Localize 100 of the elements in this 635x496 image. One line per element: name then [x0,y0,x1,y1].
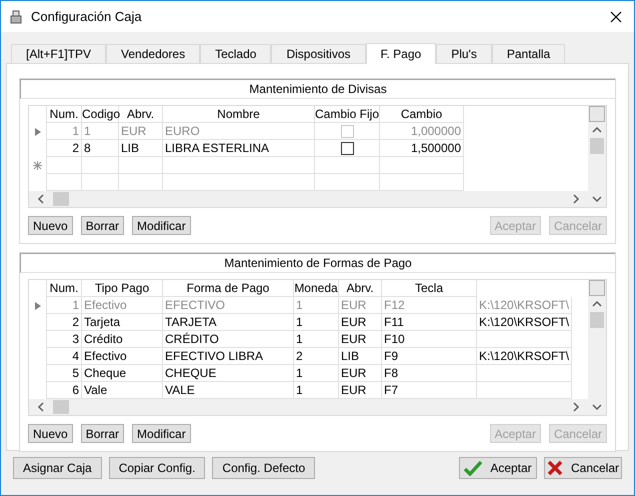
scroll-thumb[interactable] [590,312,604,328]
scroll-thumb[interactable] [53,400,69,414]
table-cell: 4 [47,348,82,365]
table-cell: F12 [382,297,477,314]
table-cell: Tarjeta [82,314,163,331]
tab[interactable]: Pantalla [492,44,566,63]
column-header[interactable]: Num. [47,280,82,297]
scroll-down-icon[interactable] [592,195,602,203]
table-cell: K:\120\KRSOFT\ [477,297,572,314]
column-header[interactable]: Codigo [82,106,119,123]
table-cell: 2 [47,314,82,331]
dialog-button[interactable]: Copiar Config. [108,457,206,479]
cross-icon [546,460,563,476]
vertical-scrollbar[interactable] [588,280,606,415]
vertical-scrollbar[interactable] [588,106,606,207]
table-cell: TARJETA [163,314,294,331]
empty-table-cell [82,157,119,174]
column-header[interactable]: Cambio Fijo [315,106,380,123]
table-cell: 1 [294,331,339,348]
new-row-icon [33,161,42,170]
column-header[interactable]: Nombre [163,106,315,123]
row-pointer-icon [34,128,40,136]
section-header: Mantenimiento de Divisas [20,79,615,99]
dialog-button[interactable]: Cancelar [544,457,622,479]
table-cell: 1 [47,297,82,314]
grid-button[interactable]: Borrar [80,216,124,235]
table-cell: 8 [82,140,119,157]
table-cell: EUR [119,123,163,140]
grid-button[interactable]: Borrar [80,424,124,443]
column-header[interactable]: Abrv. [119,106,163,123]
table-cell: 1,500000 [380,140,464,157]
scroll-thumb[interactable] [590,138,604,154]
grid-button[interactable]: Nuevo [28,424,73,443]
scroll-down-icon[interactable] [592,403,602,411]
dialog-button[interactable]: Aceptar [459,457,537,479]
grid-button[interactable]: Nuevo [28,216,73,235]
scroll-up-icon[interactable] [592,126,602,134]
scroll-left-icon[interactable] [37,402,45,412]
column-header[interactable]: Cambio [380,106,464,123]
table-cell: LIBRA ESTERLINA [163,140,315,157]
table-cell: Cheque [82,365,163,382]
tab[interactable]: Vendedores [106,44,200,63]
table-cell: K:\120\KRSOFT\ [477,348,572,365]
table-cell: F10 [382,331,477,348]
tab[interactable]: [Alt+F1]TPV [11,44,106,63]
window-title: Configuración Caja [31,8,143,26]
table-cell: F11 [382,314,477,331]
empty-table-cell [47,157,82,174]
table-cell: 1 [294,365,339,382]
table-cell: 5 [47,365,82,382]
table-cell: EFECTIVO [163,297,294,314]
table-cell: EUR [339,314,382,331]
column-header[interactable]: Tecla [382,280,477,297]
table-cell: 2 [294,348,339,365]
table-cell: Crédito [82,331,163,348]
tab[interactable]: Plu's [436,44,492,63]
dialog-button[interactable]: Asignar Caja [13,457,102,479]
scroll-thumb[interactable] [53,192,69,206]
tab[interactable]: Dispositivos [271,44,366,63]
table-cell: 1 [294,297,339,314]
table-cell: EUR [339,365,382,382]
table-cell: EUR [339,331,382,348]
table-cell: EUR [339,297,382,314]
table-cell: 1 [294,314,339,331]
table-cell: EFECTIVO LIBRA [163,348,294,365]
tab[interactable]: Teclado [200,44,272,63]
table-cell: F8 [382,365,477,382]
column-header[interactable]: Forma de Pago [163,280,294,297]
empty-table-cell [119,157,163,174]
table-cell: CRÉDITO [163,331,294,348]
column-header[interactable]: Moneda [294,280,339,297]
table-cell: 1 [47,123,82,140]
close-icon[interactable] [610,10,622,22]
column-header[interactable]: Abrv. [339,280,382,297]
dialog-button[interactable]: Config. Defecto [212,457,316,479]
table-cell: EURO [163,123,315,140]
horizontal-scrollbar[interactable] [29,191,588,207]
checkbox[interactable] [340,142,354,154]
scroll-left-icon[interactable] [37,194,45,204]
horizontal-scrollbar[interactable] [29,399,588,415]
checkmark-icon [464,460,482,476]
row-pointer-icon [34,302,40,310]
tab[interactable]: F. Pago [366,43,436,64]
table-cell: F9 [382,348,477,365]
table-cell: CHEQUE [163,365,294,382]
cash-register-icon [9,10,23,24]
grid-button[interactable]: Modificar [132,216,191,235]
table-cell: LIB [339,348,382,365]
column-header[interactable]: Tipo Pago [82,280,163,297]
table-cell: Efectivo [82,297,163,314]
section-header: Mantenimiento de Formas de Pago [20,253,615,273]
table-cell: 3 [47,331,82,348]
table-cell: LIB [119,140,163,157]
scroll-right-icon[interactable] [572,402,580,412]
table-cell: K:\120\KRSOFT\ [477,314,572,331]
scroll-up-icon[interactable] [592,300,602,308]
column-header[interactable]: Num. [47,106,82,123]
scroll-right-icon[interactable] [572,194,580,204]
table-cell: Efectivo [82,348,163,365]
grid-button[interactable]: Modificar [132,424,191,443]
